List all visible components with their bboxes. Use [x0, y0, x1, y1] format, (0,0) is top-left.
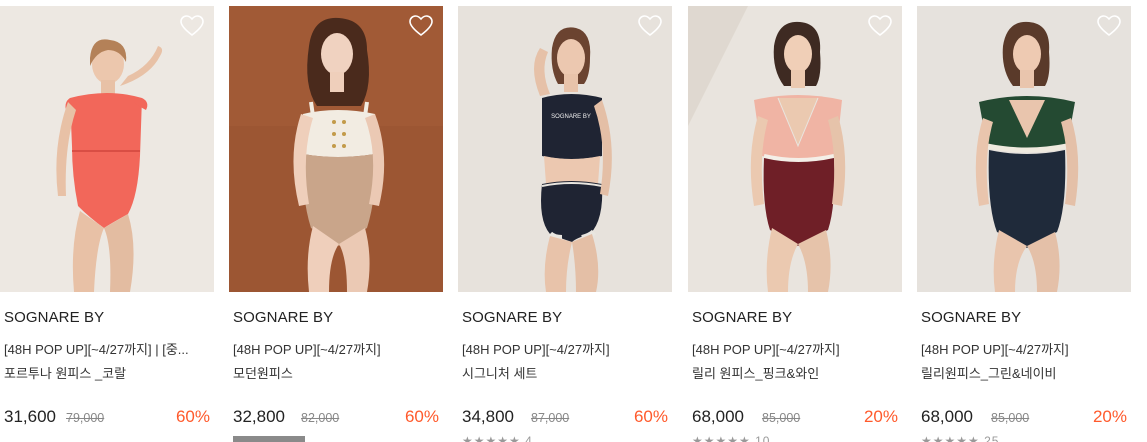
- product-card[interactable]: SOGNARE BY [48H POP UP][~4/27까지] 모던원피스 3…: [229, 6, 443, 442]
- wishlist-heart-icon[interactable]: [409, 15, 433, 37]
- product-rating: ★★★★★ 4: [462, 434, 533, 442]
- product-discount: 60%: [175, 407, 210, 426]
- product-grid: SOGNARE BY [48H POP UP][~4/27까지] | [중...…: [0, 0, 1147, 442]
- wishlist-heart-icon[interactable]: [1097, 15, 1121, 37]
- product-name[interactable]: 모던원피스: [233, 363, 293, 382]
- product-brand[interactable]: SOGNARE BY: [233, 309, 333, 326]
- product-image[interactable]: [0, 6, 214, 292]
- review-progress-bar: [233, 436, 305, 442]
- product-brand[interactable]: SOGNARE BY: [692, 309, 792, 326]
- product-photo: [0, 6, 214, 292]
- product-photo: [917, 6, 1131, 292]
- product-discount: 20%: [863, 407, 898, 426]
- product-card[interactable]: SOGNARE BY [48H POP UP][~4/27까지] | [중...…: [0, 6, 214, 442]
- product-image[interactable]: SOGNARE BY: [458, 6, 672, 292]
- product-photo: SOGNARE BY: [458, 6, 672, 292]
- wishlist-heart-icon[interactable]: [638, 15, 662, 37]
- product-brand[interactable]: SOGNARE BY: [921, 309, 1021, 326]
- product-brand[interactable]: SOGNARE BY: [462, 309, 562, 326]
- product-name[interactable]: 릴리원피스_그린&네이비: [921, 363, 1057, 382]
- product-price: 31,600: [4, 407, 56, 426]
- wishlist-heart-icon[interactable]: [180, 15, 204, 37]
- product-name[interactable]: 시그니처 세트: [462, 363, 537, 382]
- product-price: 68,000: [692, 407, 744, 426]
- product-price: 68,000: [921, 407, 973, 426]
- product-image[interactable]: [688, 6, 902, 292]
- wishlist-heart-icon[interactable]: [868, 15, 892, 37]
- product-price: 34,800: [462, 407, 514, 426]
- product-name[interactable]: 포르투나 원피스 _코랄: [4, 363, 126, 382]
- product-promo-tag[interactable]: [48H POP UP][~4/27까지]: [692, 339, 892, 358]
- product-original-price: 87,000: [531, 411, 570, 425]
- product-photo: [688, 6, 902, 292]
- product-photo: [229, 6, 443, 292]
- product-price: 32,800: [233, 407, 285, 426]
- product-promo-tag[interactable]: [48H POP UP][~4/27까지]: [462, 339, 662, 358]
- product-brand[interactable]: SOGNARE BY: [4, 309, 104, 326]
- product-original-price: 85,000: [991, 411, 1030, 425]
- product-image[interactable]: [917, 6, 1131, 292]
- product-discount: 60%: [404, 407, 439, 426]
- product-promo-tag[interactable]: [48H POP UP][~4/27까지] | [중...: [4, 339, 204, 358]
- product-rating: ★★★★★ 25: [921, 434, 1000, 442]
- product-original-price: 82,000: [301, 411, 340, 425]
- product-original-price: 79,000: [66, 411, 105, 425]
- product-discount: 20%: [1092, 407, 1127, 426]
- svg-text:SOGNARE BY: SOGNARE BY: [551, 114, 591, 120]
- product-original-price: 85,000: [762, 411, 801, 425]
- product-image[interactable]: [229, 6, 443, 292]
- product-promo-tag[interactable]: [48H POP UP][~4/27까지]: [921, 339, 1121, 358]
- product-card[interactable]: SOGNARE BY [48H POP UP][~4/27까지] 릴리원피스_그…: [917, 6, 1131, 442]
- product-card[interactable]: SOGNARE BY SOGNARE BY [48H POP UP][~4/27…: [458, 6, 672, 442]
- product-card[interactable]: SOGNARE BY [48H POP UP][~4/27까지] 릴리 원피스_…: [688, 6, 902, 442]
- product-rating: ★★★★★ 10: [692, 434, 771, 442]
- product-name[interactable]: 릴리 원피스_핑크&와인: [692, 363, 819, 382]
- product-promo-tag[interactable]: [48H POP UP][~4/27까지]: [233, 339, 433, 358]
- product-discount: 60%: [633, 407, 668, 426]
